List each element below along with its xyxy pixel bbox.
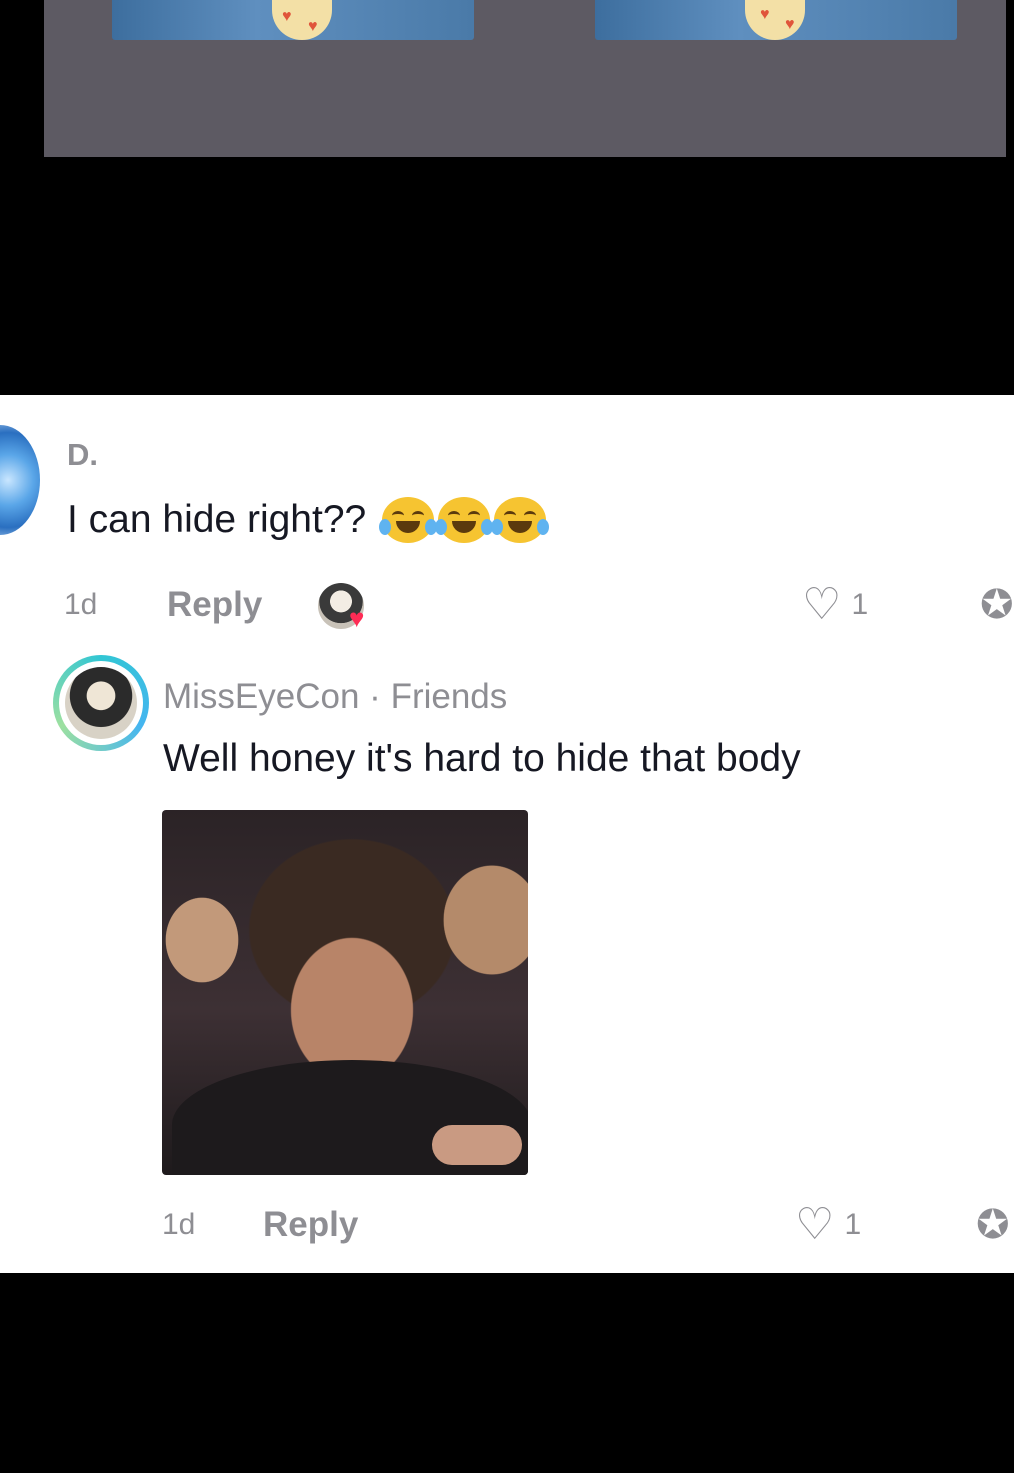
reply-avatar[interactable]	[53, 655, 149, 751]
reply-like[interactable]: ♡ 1	[795, 1203, 861, 1247]
video-thumbnail-left: ♥ ♥	[112, 0, 474, 40]
thumb-down-icon[interactable]: ✪	[976, 1205, 1010, 1245]
reply-meta: 1d	[162, 1208, 195, 1242]
video-thumbnail-right: ♥ ♥	[595, 0, 957, 40]
creator-heart-icon: ♥	[349, 603, 365, 633]
laughing-emoji-icon	[379, 497, 438, 543]
comment-like-count: 1	[851, 588, 869, 621]
comment-reply-wrap: Reply	[167, 585, 262, 625]
heart-outline-icon[interactable]: ♡	[795, 1203, 834, 1247]
commenter-avatar[interactable]	[0, 425, 40, 535]
video-preview[interactable]: ♥ ♥ ♥ ♥	[44, 0, 1006, 157]
reply-time: 1d	[162, 1208, 196, 1241]
comment-meta: 1d	[64, 588, 97, 622]
laughing-emoji-icon	[435, 497, 494, 543]
laughing-emoji-group	[379, 497, 550, 543]
reply-username-line: MissEyeCon · Friends	[163, 677, 507, 717]
reply-like-count: 1	[844, 1208, 862, 1241]
reply-friends-tag: Friends	[390, 677, 508, 716]
reply-text: Well honey it's hard to hide that body	[163, 737, 801, 780]
heart-outline-icon[interactable]: ♡	[802, 583, 841, 627]
laughing-emoji-icon	[491, 497, 550, 543]
comment-text: I can hide right??	[67, 497, 550, 543]
thumb-down-icon[interactable]: ✪	[980, 585, 1014, 625]
comment-like[interactable]: ♡ 1	[802, 583, 868, 627]
reply-username[interactable]: MissEyeCon	[163, 677, 359, 716]
comment-time: 1d	[64, 588, 98, 621]
comments-panel: D. I can hide right?? 1d Reply ♥ ♡ 1 ✪ M…	[0, 395, 1014, 1273]
comment-reply-button[interactable]: Reply	[167, 585, 262, 625]
reply-reply-wrap: Reply	[263, 1205, 358, 1245]
reply-gif-image[interactable]	[162, 810, 528, 1175]
reply-separator: ·	[359, 677, 391, 716]
comment-text-body: I can hide right??	[67, 498, 367, 541]
reply-reply-button[interactable]: Reply	[263, 1205, 358, 1245]
comment-username[interactable]: D.	[67, 437, 98, 473]
